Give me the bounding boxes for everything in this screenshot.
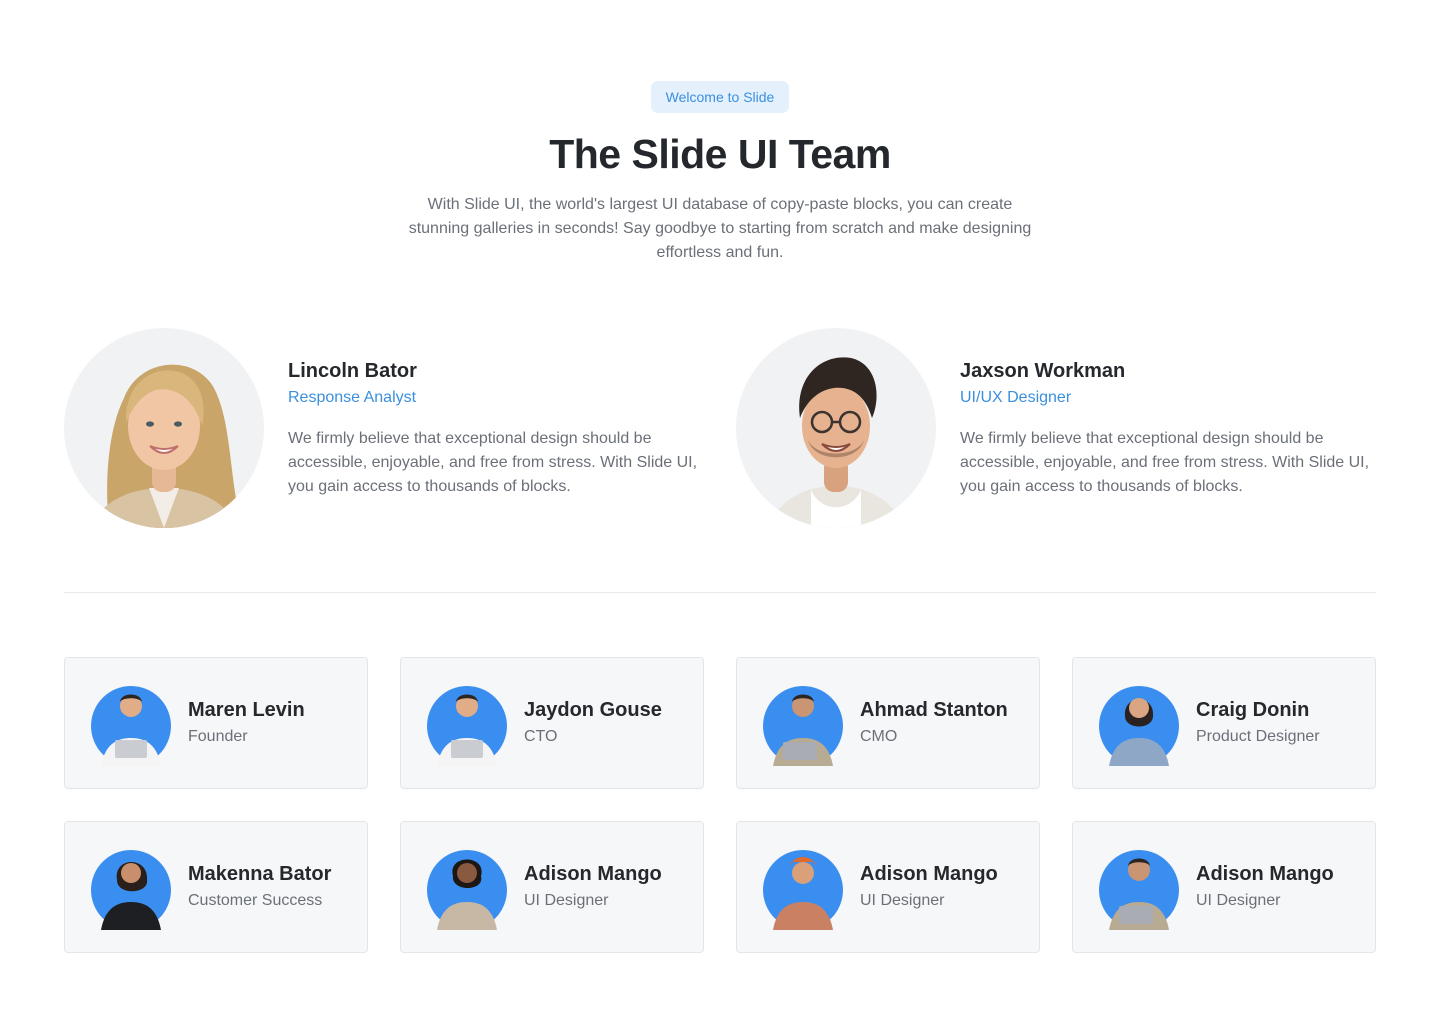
featured-name: Lincoln Bator — [288, 360, 417, 382]
member-name: Maren Levin — [188, 699, 305, 721]
welcome-badge: Welcome to Slide — [651, 81, 789, 113]
member-role: UI Designer — [1196, 892, 1281, 909]
avatar — [427, 846, 507, 930]
featured-member-card: Jaxson Workman UI/UX Designer We firmly … — [736, 328, 1376, 530]
featured-photo — [64, 328, 264, 528]
hero-description: With Slide UI, the world's largest UI da… — [408, 196, 1032, 261]
avatar — [91, 682, 171, 766]
member-name: Adison Mango — [1196, 863, 1334, 885]
section-divider — [64, 592, 1376, 593]
team-member-card: Adison Mango UI Designer — [736, 821, 1040, 953]
featured-role: Response Analyst — [288, 389, 417, 406]
page-title: The Slide UI Team — [549, 131, 891, 177]
member-role: Product Designer — [1196, 728, 1320, 745]
team-member-card: Jaydon Gouse CTO — [400, 657, 704, 789]
member-role: CTO — [524, 728, 558, 745]
team-member-card: Maren Levin Founder — [64, 657, 368, 789]
member-name: Craig Donin — [1196, 699, 1310, 721]
avatar — [1099, 846, 1179, 930]
member-name: Jaydon Gouse — [524, 699, 662, 721]
team-member-card: Ahmad Stanton CMO — [736, 657, 1040, 789]
featured-member-card: Lincoln Bator Response Analyst We firmly… — [64, 328, 704, 530]
team-member-card: Craig Donin Product Designer — [1072, 657, 1376, 789]
avatar — [427, 682, 507, 766]
featured-role: UI/UX Designer — [960, 389, 1072, 406]
featured-name: Jaxson Workman — [960, 360, 1126, 382]
avatar — [763, 846, 843, 930]
team-member-card: Adison Mango UI Designer — [400, 821, 704, 953]
featured-bio: We firmly believe that exceptional desig… — [288, 430, 698, 495]
featured-bio: We firmly believe that exceptional desig… — [960, 430, 1370, 495]
team-member-card: Adison Mango UI Designer — [1072, 821, 1376, 953]
member-role: CMO — [860, 728, 898, 745]
avatar — [1099, 682, 1179, 766]
avatar — [763, 682, 843, 766]
member-name: Adison Mango — [860, 863, 998, 885]
member-role: Founder — [188, 728, 248, 745]
member-name: Adison Mango — [524, 863, 662, 885]
team-member-card: Makenna Bator Customer Success — [64, 821, 368, 953]
avatar — [91, 846, 171, 930]
featured-photo — [736, 328, 936, 528]
member-name: Ahmad Stanton — [860, 699, 1008, 721]
member-name: Makenna Bator — [188, 863, 332, 885]
member-role: UI Designer — [860, 892, 945, 909]
member-role: Customer Success — [188, 892, 323, 909]
member-role: UI Designer — [524, 892, 609, 909]
